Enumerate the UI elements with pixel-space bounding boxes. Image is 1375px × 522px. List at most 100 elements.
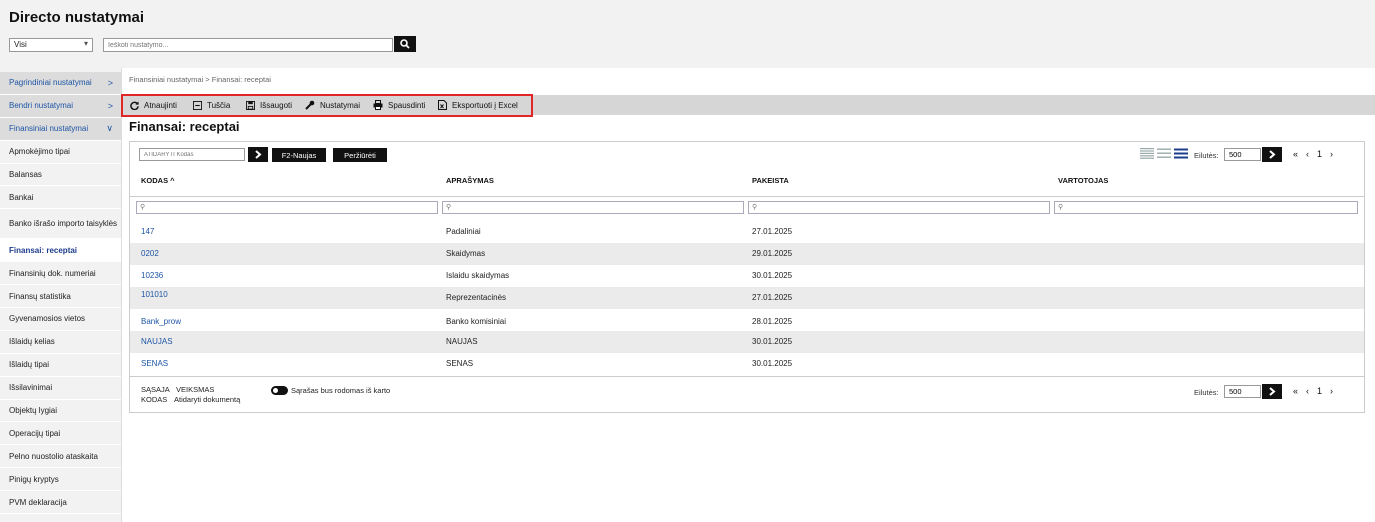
description-cell: Skaidymas [446, 249, 486, 258]
description-cell: Islaidu skaidymas [446, 271, 510, 280]
code-link[interactable]: 101010 [141, 290, 168, 299]
normal-view-icon[interactable] [1157, 148, 1171, 159]
user-filter-input[interactable] [1054, 201, 1358, 214]
table-row[interactable]: 0202 Skaidymas 29.01.2025 [130, 243, 1364, 265]
chevron-right-icon [1269, 150, 1276, 159]
sidebar-item-operation-types[interactable]: Operacijų tipai [0, 422, 121, 446]
column-header-description[interactable]: APRAŠYMAS [446, 176, 494, 185]
description-cell: Reprezentacinės [446, 293, 507, 302]
rows-per-page-input[interactable] [1224, 148, 1261, 161]
chevron-down-icon: ∨ [106, 123, 113, 134]
settings-filter-select[interactable]: Visi ▾ [9, 38, 93, 52]
first-page-icon[interactable]: « [1293, 386, 1298, 396]
sidebar-item-expense-path[interactable]: Išlaidų kelias [0, 331, 121, 354]
sidebar-group-label: Pagrindiniai nustatymai [9, 78, 92, 88]
code-link[interactable]: 0202 [141, 249, 159, 258]
sidebar-item-object-levels[interactable]: Objektų lygiai [0, 400, 121, 423]
prev-page-icon[interactable]: ‹ [1306, 386, 1309, 396]
sidebar-group-label: Finansiniai nustatymai [9, 124, 89, 134]
code-filter-input[interactable] [136, 201, 438, 214]
sidebar-item-banks[interactable]: Bankai [0, 186, 121, 210]
page-number: 1 [1317, 386, 1323, 396]
table-row[interactable]: 10236 Islaidu skaidymas 30.01.2025 [130, 265, 1364, 287]
sidebar-item-profit-loss-report[interactable]: Pelno nuostolio ataskaita [0, 445, 121, 469]
sidebar-item-payment-types[interactable]: Apmokėjimo tipai [0, 141, 121, 164]
table-row[interactable]: SENAS SENAS 30.01.2025 [130, 353, 1364, 375]
changed-cell: 28.01.2025 [752, 317, 793, 326]
settings-search-input[interactable] [103, 38, 393, 52]
description-cell: Padaliniai [446, 227, 481, 236]
table-row[interactable]: NAUJAS NAUJAS 30.01.2025 [130, 331, 1364, 353]
sidebar-item-finance-recipes[interactable]: Finansai: receptai [0, 239, 121, 263]
column-header-user[interactable]: VARTOTOJAS [1058, 176, 1108, 185]
footer-interface-value: KODAS [141, 395, 168, 404]
code-link[interactable]: SENAS [141, 359, 168, 368]
sidebar-item-balance[interactable]: Balansas [0, 164, 121, 187]
chevron-right-icon: > [107, 100, 113, 111]
sidebar-group-general[interactable]: Bendri nustatymai > [0, 94, 121, 118]
rows-per-page-input-bottom[interactable] [1224, 385, 1261, 398]
top-bar: Directo nustatymai Visi ▾ [0, 0, 1375, 68]
sidebar-item-money-flows[interactable]: Pinigų kryptys [0, 468, 121, 492]
changed-cell: 30.01.2025 [752, 271, 793, 280]
view-density-switcher [1140, 148, 1188, 159]
changed-cell: 27.01.2025 [752, 293, 793, 302]
sidebar-group-label: Bendri nustatymai [9, 101, 74, 111]
header-divider [130, 196, 1364, 197]
sidebar-item-finance-statistics[interactable]: Finansų statistika [0, 285, 121, 309]
pager: « ‹ 1 › [1293, 149, 1333, 159]
breadcrumb: Finansiniai nustatymai > Finansai: recep… [129, 75, 271, 84]
description-cell: NAUJAS [446, 337, 478, 346]
table-row[interactable]: Bank_prow Banko komisiniai 28.01.2025 [130, 309, 1364, 331]
rows-label-bottom: Eilutės: [1194, 388, 1219, 397]
new-button[interactable]: F2-Naujas [272, 148, 326, 162]
first-page-icon[interactable]: « [1293, 149, 1298, 159]
description-cell: SENAS [446, 359, 474, 368]
page-number: 1 [1317, 149, 1323, 159]
code-link[interactable]: NAUJAS [141, 337, 173, 346]
show-list-toggle[interactable] [271, 386, 288, 395]
chevron-right-icon: > [107, 77, 113, 88]
description-filter-input[interactable] [442, 201, 744, 214]
sidebar-item-expense-types[interactable]: Išlaidų tipai [0, 354, 121, 377]
toolbar-highlight-box [121, 94, 533, 117]
open-go-button[interactable] [248, 147, 268, 162]
chevron-down-icon: ▾ [83, 39, 88, 48]
changed-cell: 30.01.2025 [752, 337, 793, 346]
sidebar-item-residences[interactable]: Gyvenamosios vietos [0, 308, 121, 331]
compact-view-icon[interactable] [1140, 148, 1154, 159]
search-button[interactable] [394, 36, 416, 52]
sidebar: Pagrindiniai nustatymai > Bendri nustaty… [0, 68, 122, 522]
next-page-icon[interactable]: › [1330, 386, 1333, 396]
next-page-icon[interactable]: › [1330, 149, 1333, 159]
rows-apply-button[interactable] [1262, 147, 1282, 162]
description-cell: Banko komisiniai [446, 317, 507, 326]
prev-page-icon[interactable]: ‹ [1306, 149, 1309, 159]
footer-action-header: VEIKSMAS [176, 385, 215, 394]
sidebar-group-basic[interactable]: Pagrindiniai nustatymai > [0, 72, 121, 95]
code-link[interactable]: 147 [141, 227, 154, 236]
changed-cell: 29.01.2025 [752, 249, 793, 258]
sidebar-item-education[interactable]: Išsilavinimai [0, 377, 121, 400]
rows-label: Eilutės: [1194, 151, 1219, 160]
sidebar-item-vat-declaration[interactable]: PVM deklaracija [0, 491, 121, 515]
changed-filter-input[interactable] [748, 201, 1050, 214]
code-link[interactable]: 10236 [141, 271, 163, 280]
sidebar-item-financial-doc-numbers[interactable]: Finansinių dok. numeriai [0, 262, 121, 286]
sidebar-group-financial[interactable]: Finansiniai nustatymai ∨ [0, 117, 121, 141]
table-row[interactable]: 101010 Reprezentacinės 27.01.2025 [130, 287, 1364, 309]
column-header-changed[interactable]: PAKEISTA [752, 176, 789, 185]
sidebar-item-bank-import-rules[interactable]: Banko išrašo importo taisyklės [0, 209, 121, 240]
browse-button[interactable]: Peržiūrėti [333, 148, 387, 162]
code-link[interactable]: Bank_prow [141, 317, 181, 326]
table-row[interactable]: 147 Padaliniai 27.01.2025 [130, 221, 1364, 243]
filter-select-value: Visi [14, 40, 27, 49]
rows-apply-button-bottom[interactable] [1262, 384, 1282, 399]
wide-view-icon[interactable] [1174, 148, 1188, 159]
footer-action-value: Atidaryti dokumentą [174, 395, 241, 404]
column-header-code[interactable]: KODAS ^ [141, 176, 175, 185]
open-code-input[interactable] [139, 148, 245, 161]
chevron-right-icon [255, 150, 262, 159]
changed-cell: 30.01.2025 [752, 359, 793, 368]
chevron-right-icon [1269, 387, 1276, 396]
